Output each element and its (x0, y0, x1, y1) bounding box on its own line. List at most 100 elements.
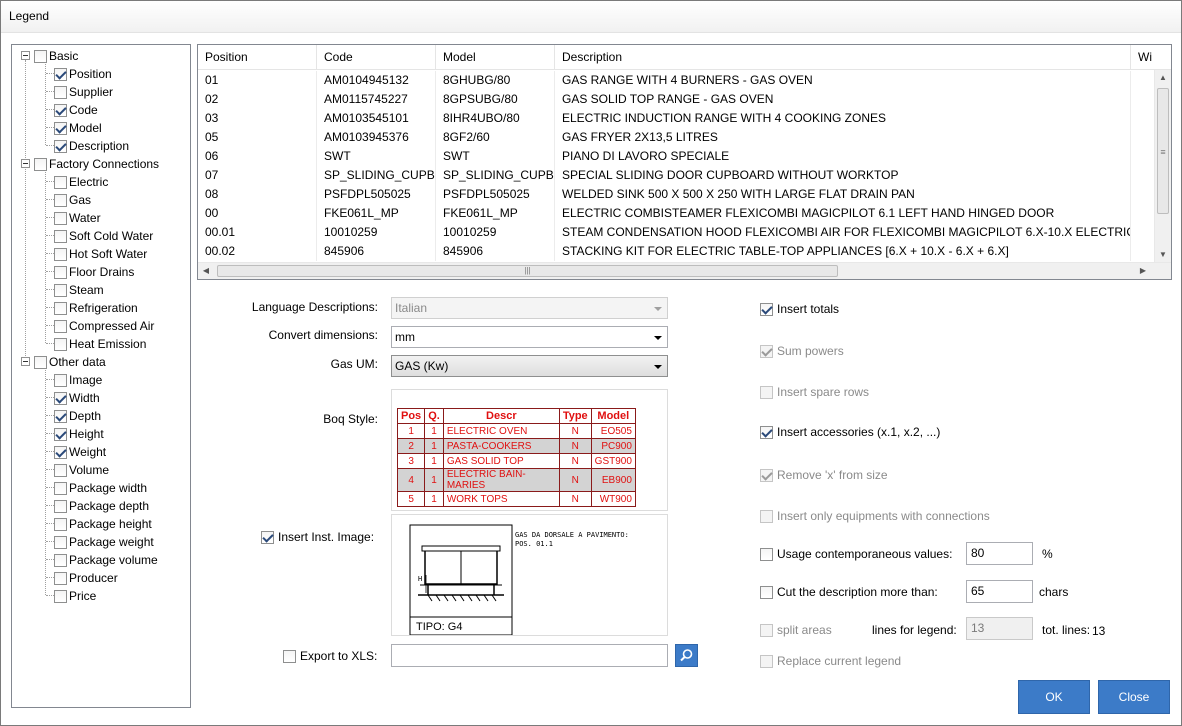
export-path-input[interactable] (391, 644, 668, 667)
usage-values-checkbox[interactable]: Usage contemporaneous values: (760, 547, 952, 561)
model-checkbox[interactable] (54, 121, 67, 135)
column-header-code[interactable]: Code (317, 45, 436, 70)
tree-group-other-checkbox[interactable] (34, 355, 47, 369)
grid-horizontal-scrollbar[interactable]: ◀ ||| ▶ (198, 262, 1171, 279)
horizontal-scroll-thumb[interactable]: ||| (217, 265, 838, 277)
replace-legend-checkbox[interactable]: Replace current legend (760, 654, 901, 668)
tree-item-height[interactable]: Height (54, 425, 104, 443)
insert-totals-checkbox[interactable]: Insert totals (760, 302, 839, 316)
hot-soft-water-checkbox[interactable] (54, 247, 67, 261)
position-checkbox[interactable] (54, 67, 67, 81)
usage-value-input[interactable]: 80 (966, 542, 1033, 565)
tree-group-factory-connections[interactable]: Factory Connections (34, 155, 159, 173)
package-height-checkbox[interactable] (54, 517, 67, 531)
table-row[interactable]: 03 AM0103545101 8IHR4UBO/80 ELECTRIC INDUCT… (198, 109, 1153, 128)
gas-checkbox[interactable] (54, 193, 67, 207)
height-checkbox[interactable] (54, 427, 67, 441)
tree-group-basic-checkbox[interactable] (34, 49, 47, 63)
checkbox-box[interactable] (760, 468, 773, 482)
cut-description-input[interactable]: 65 (966, 580, 1033, 603)
tree-item-package-weight[interactable]: Package weight (54, 533, 154, 551)
tree-item-gas[interactable]: Gas (54, 191, 91, 209)
checkbox-box[interactable] (760, 509, 773, 523)
package-volume-checkbox[interactable] (54, 553, 67, 567)
ok-button[interactable]: OK (1018, 680, 1090, 714)
scroll-left-icon[interactable]: ◀ (198, 263, 214, 279)
checkbox-box[interactable] (283, 649, 296, 663)
checkbox-box[interactable] (760, 585, 773, 599)
cut-description-checkbox[interactable]: Cut the description more than: (760, 585, 938, 599)
insert-inst-image-checkbox[interactable]: Insert Inst. Image: (261, 530, 374, 544)
language-select[interactable]: Italian (391, 297, 668, 319)
tree-item-model[interactable]: Model (54, 119, 102, 137)
floor-drains-checkbox[interactable] (54, 265, 67, 279)
insert-spare-rows-checkbox[interactable]: Insert spare rows (760, 385, 869, 399)
boq-style-preview[interactable]: Pos Q. Descr Type Model 1 1 ELECTRIC OVE… (391, 389, 668, 511)
tree-group-factory-checkbox[interactable] (34, 157, 47, 171)
price-checkbox[interactable] (54, 589, 67, 603)
supplier-checkbox[interactable] (54, 85, 67, 99)
tree-group-other-data[interactable]: Other data (34, 353, 106, 371)
gas-um-select[interactable]: GAS (Kw) (391, 355, 668, 377)
heat-emission-checkbox[interactable] (54, 337, 67, 351)
column-header-position[interactable]: Position (198, 45, 317, 70)
tree-item-hot-soft-water[interactable]: Hot Soft Water (54, 245, 147, 263)
refrigeration-checkbox[interactable] (54, 301, 67, 315)
tree-item-compressed-air[interactable]: Compressed Air (54, 317, 154, 335)
compressed-air-checkbox[interactable] (54, 319, 67, 333)
description-checkbox[interactable] (54, 139, 67, 153)
checkbox-box[interactable] (760, 547, 773, 561)
checkbox-box[interactable] (760, 344, 773, 358)
depth-checkbox[interactable] (54, 409, 67, 423)
tree-item-price[interactable]: Price (54, 587, 96, 605)
export-xls-checkbox[interactable]: Export to XLS: (283, 649, 377, 663)
weight-checkbox[interactable] (54, 445, 67, 459)
browse-button[interactable] (675, 644, 698, 667)
code-checkbox[interactable] (54, 103, 67, 117)
column-header-width[interactable]: Wi (1131, 45, 1171, 70)
inst-image-preview[interactable]: H TIPO: G4 GAS DA DORSALE A PAVIMENTO: P… (391, 514, 668, 636)
collapse-other-data-icon[interactable] (21, 357, 30, 366)
title-bar[interactable]: Legend (1, 1, 1181, 33)
producer-checkbox[interactable] (54, 571, 67, 585)
package-depth-checkbox[interactable] (54, 499, 67, 513)
table-row[interactable]: 06 SWT SWT PIANO DI LAVORO SPECIALE (198, 147, 1153, 166)
collapse-basic-icon[interactable] (21, 51, 30, 60)
table-row[interactable]: 00.01 10010259 10010259 STEAM CONDENSATION … (198, 223, 1153, 242)
tree-item-width[interactable]: Width (54, 389, 100, 407)
tree-item-refrigeration[interactable]: Refrigeration (54, 299, 138, 317)
convert-dimensions-select[interactable]: mm (391, 326, 668, 348)
checkbox-box[interactable] (760, 623, 773, 637)
soft-cold-water-checkbox[interactable] (54, 229, 67, 243)
column-header-description[interactable]: Description (555, 45, 1131, 70)
volume-checkbox[interactable] (54, 463, 67, 477)
tree-item-floor-drains[interactable]: Floor Drains (54, 263, 134, 281)
water-checkbox[interactable] (54, 211, 67, 225)
tree-item-supplier[interactable]: Supplier (54, 83, 113, 101)
tree-item-image[interactable]: Image (54, 371, 102, 389)
sum-powers-checkbox[interactable]: Sum powers (760, 344, 844, 358)
checkbox-box[interactable] (760, 425, 773, 439)
tree-item-code[interactable]: Code (54, 101, 98, 119)
grid-vertical-scrollbar[interactable]: ▲ ≡ ▼ (1154, 70, 1171, 263)
scroll-right-icon[interactable]: ▶ (1135, 263, 1151, 279)
vertical-scroll-thumb[interactable]: ≡ (1157, 88, 1169, 214)
table-row[interactable]: 00.02 845906 845906 STACKING KIT FOR ELECTR… (198, 242, 1153, 261)
tree-item-heat-emission[interactable]: Heat Emission (54, 335, 146, 353)
insert-accessories-checkbox[interactable]: Insert accessories (x.1, x.2, ...) (760, 425, 940, 439)
remove-x-checkbox[interactable]: Remove 'x' from size (760, 468, 888, 482)
tree-item-package-width[interactable]: Package width (54, 479, 147, 497)
preview-grid[interactable]: Position Code Model Description Wi 01 AM0… (197, 44, 1172, 280)
field-tree[interactable]: Basic Position Supplier Code Model Descr… (11, 44, 191, 708)
table-row[interactable]: 05 AM0103945376 8GF2/60 GAS FRYER 2X13,5 LI… (198, 128, 1153, 147)
collapse-factory-connections-icon[interactable] (21, 159, 30, 168)
package-width-checkbox[interactable] (54, 481, 67, 495)
tree-item-volume[interactable]: Volume (54, 461, 109, 479)
tree-item-weight[interactable]: Weight (54, 443, 106, 461)
table-row[interactable]: 08 PSFDPL505025 PSFDPL505025 WELDED SINK 50… (198, 185, 1153, 204)
table-row[interactable]: 00 FKE061L_MP FKE061L_MP ELECTRIC COMBISTEA… (198, 204, 1153, 223)
table-row[interactable]: 02 AM0115745227 8GPSUBG/80 GAS SOLID TOP RA… (198, 90, 1153, 109)
image-checkbox[interactable] (54, 373, 67, 387)
tree-item-electric[interactable]: Electric (54, 173, 108, 191)
scroll-down-icon[interactable]: ▼ (1155, 247, 1171, 263)
